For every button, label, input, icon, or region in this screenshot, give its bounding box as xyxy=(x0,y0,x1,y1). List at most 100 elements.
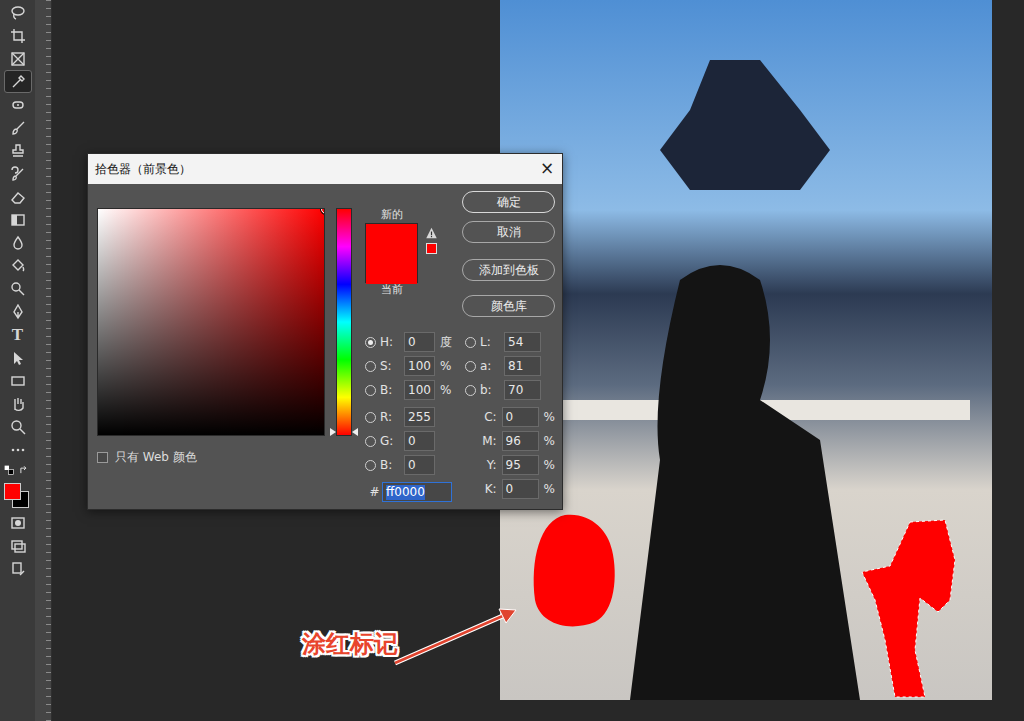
dialog-button[interactable]: 取消 xyxy=(462,221,555,243)
mode-radio[interactable] xyxy=(465,337,476,348)
value-label: B: xyxy=(376,456,404,474)
value-input[interactable] xyxy=(404,356,435,376)
dialog-button[interactable]: 添加到色板 xyxy=(462,259,555,281)
preview-column: 新的当前 xyxy=(365,208,418,317)
tool-button[interactable] xyxy=(4,415,32,438)
hue-slider[interactable] xyxy=(336,208,352,436)
value-label: H: xyxy=(376,333,404,351)
value-input[interactable] xyxy=(404,380,435,400)
gamut-swatch[interactable] xyxy=(426,243,437,254)
tool-button[interactable] xyxy=(4,47,32,70)
value-input[interactable] xyxy=(404,407,435,427)
value-label: K: xyxy=(476,480,502,498)
quick-mask-icon xyxy=(10,515,26,531)
value-label: S: xyxy=(376,357,404,375)
brush-icon xyxy=(10,120,26,136)
hue-handle[interactable] xyxy=(330,428,336,436)
tool-button[interactable] xyxy=(4,511,32,534)
tool-button[interactable] xyxy=(4,70,32,93)
color-field-marker[interactable] xyxy=(321,208,325,214)
web-only-option[interactable]: 只有 Web 颜色 xyxy=(97,448,325,466)
value-input[interactable] xyxy=(404,455,435,475)
tool-button[interactable] xyxy=(4,93,32,116)
value-input[interactable] xyxy=(502,455,539,475)
zoom-icon xyxy=(10,419,26,435)
mode-radio[interactable] xyxy=(365,412,376,423)
tool-button[interactable] xyxy=(4,231,32,254)
value-label: G: xyxy=(376,432,404,450)
foreground-color[interactable] xyxy=(4,483,21,500)
mode-radio[interactable] xyxy=(465,361,476,372)
tool-button[interactable] xyxy=(4,369,32,392)
value-label: C: xyxy=(476,408,502,426)
value-input[interactable] xyxy=(504,356,541,376)
value-row: C:% xyxy=(465,405,555,429)
tool-button[interactable] xyxy=(4,392,32,415)
gamut-warning[interactable] xyxy=(425,223,438,317)
hue-handle[interactable] xyxy=(352,428,358,436)
mode-radio[interactable] xyxy=(465,385,476,396)
value-input[interactable] xyxy=(504,332,541,352)
value-input[interactable] xyxy=(404,431,435,451)
value-unit: % xyxy=(544,408,555,426)
value-fields: H:度S:%B:%R:G:B:#ff0000L:a:b:C:%M:%Y:%K:% xyxy=(365,330,555,504)
color-field[interactable] xyxy=(97,208,325,436)
tool-button[interactable] xyxy=(4,24,32,47)
hex-input[interactable]: ff0000 xyxy=(382,482,452,502)
field-group: L:a:b: xyxy=(465,330,555,402)
color-preview: 新的当前 xyxy=(365,208,461,317)
value-label: M: xyxy=(476,432,502,450)
value-input[interactable] xyxy=(502,479,539,499)
mode-radio[interactable] xyxy=(365,385,376,396)
lab-cmyk-fields: L:a:b:C:%M:%Y:%K:% xyxy=(465,330,555,504)
lasso-icon xyxy=(10,5,26,21)
swap-colors-icon xyxy=(19,465,29,475)
value-label: a: xyxy=(476,357,504,375)
stamp-icon xyxy=(10,143,26,159)
tool-button[interactable] xyxy=(4,254,32,277)
mode-radio[interactable] xyxy=(365,337,376,348)
rectangle-icon xyxy=(10,373,26,389)
mode-radio[interactable] xyxy=(365,436,376,447)
current-color-swatch[interactable] xyxy=(366,254,417,284)
mode-radio[interactable] xyxy=(365,361,376,372)
hex-prefix: # xyxy=(367,483,382,501)
tool-button[interactable] xyxy=(4,346,32,369)
tool-button[interactable] xyxy=(4,116,32,139)
pen-icon xyxy=(10,304,26,320)
value-unit: % xyxy=(544,432,555,450)
value-row: K:% xyxy=(465,477,555,501)
tool-button[interactable] xyxy=(4,534,32,557)
tool-button[interactable] xyxy=(4,1,32,24)
value-unit: % xyxy=(440,381,451,399)
value-input[interactable] xyxy=(504,380,541,400)
close-button[interactable]: × xyxy=(532,154,562,184)
value-input[interactable] xyxy=(502,431,539,451)
tool-button[interactable] xyxy=(4,438,32,461)
value-input[interactable] xyxy=(404,332,435,352)
tool-button[interactable] xyxy=(4,277,32,300)
value-row: B:% xyxy=(365,378,465,402)
value-row: L: xyxy=(465,330,555,354)
value-input[interactable] xyxy=(502,407,539,427)
field-group: H:度S:%B:% xyxy=(365,330,465,402)
web-only-label[interactable]: 只有 Web 颜色 xyxy=(115,448,197,466)
photo xyxy=(500,0,992,700)
current-label: 当前 xyxy=(365,283,418,297)
tool-button[interactable] xyxy=(4,185,32,208)
web-only-checkbox[interactable] xyxy=(97,452,108,463)
hex-value[interactable]: ff0000 xyxy=(386,485,425,500)
tool-button[interactable] xyxy=(4,162,32,185)
value-row: S:% xyxy=(365,354,465,378)
value-row: M:% xyxy=(465,429,555,453)
tool-button[interactable] xyxy=(4,208,32,231)
dialog-button[interactable]: 颜色库 xyxy=(462,295,555,317)
tool-button[interactable] xyxy=(4,557,32,580)
value-row: H:度 xyxy=(365,330,465,354)
mode-radio[interactable] xyxy=(365,460,376,471)
tool-button[interactable] xyxy=(4,300,32,323)
tool-button[interactable] xyxy=(4,139,32,162)
value-label: Y: xyxy=(476,456,502,474)
tool-button[interactable]: T xyxy=(4,323,32,346)
dialog-button[interactable]: 确定 xyxy=(462,191,555,213)
